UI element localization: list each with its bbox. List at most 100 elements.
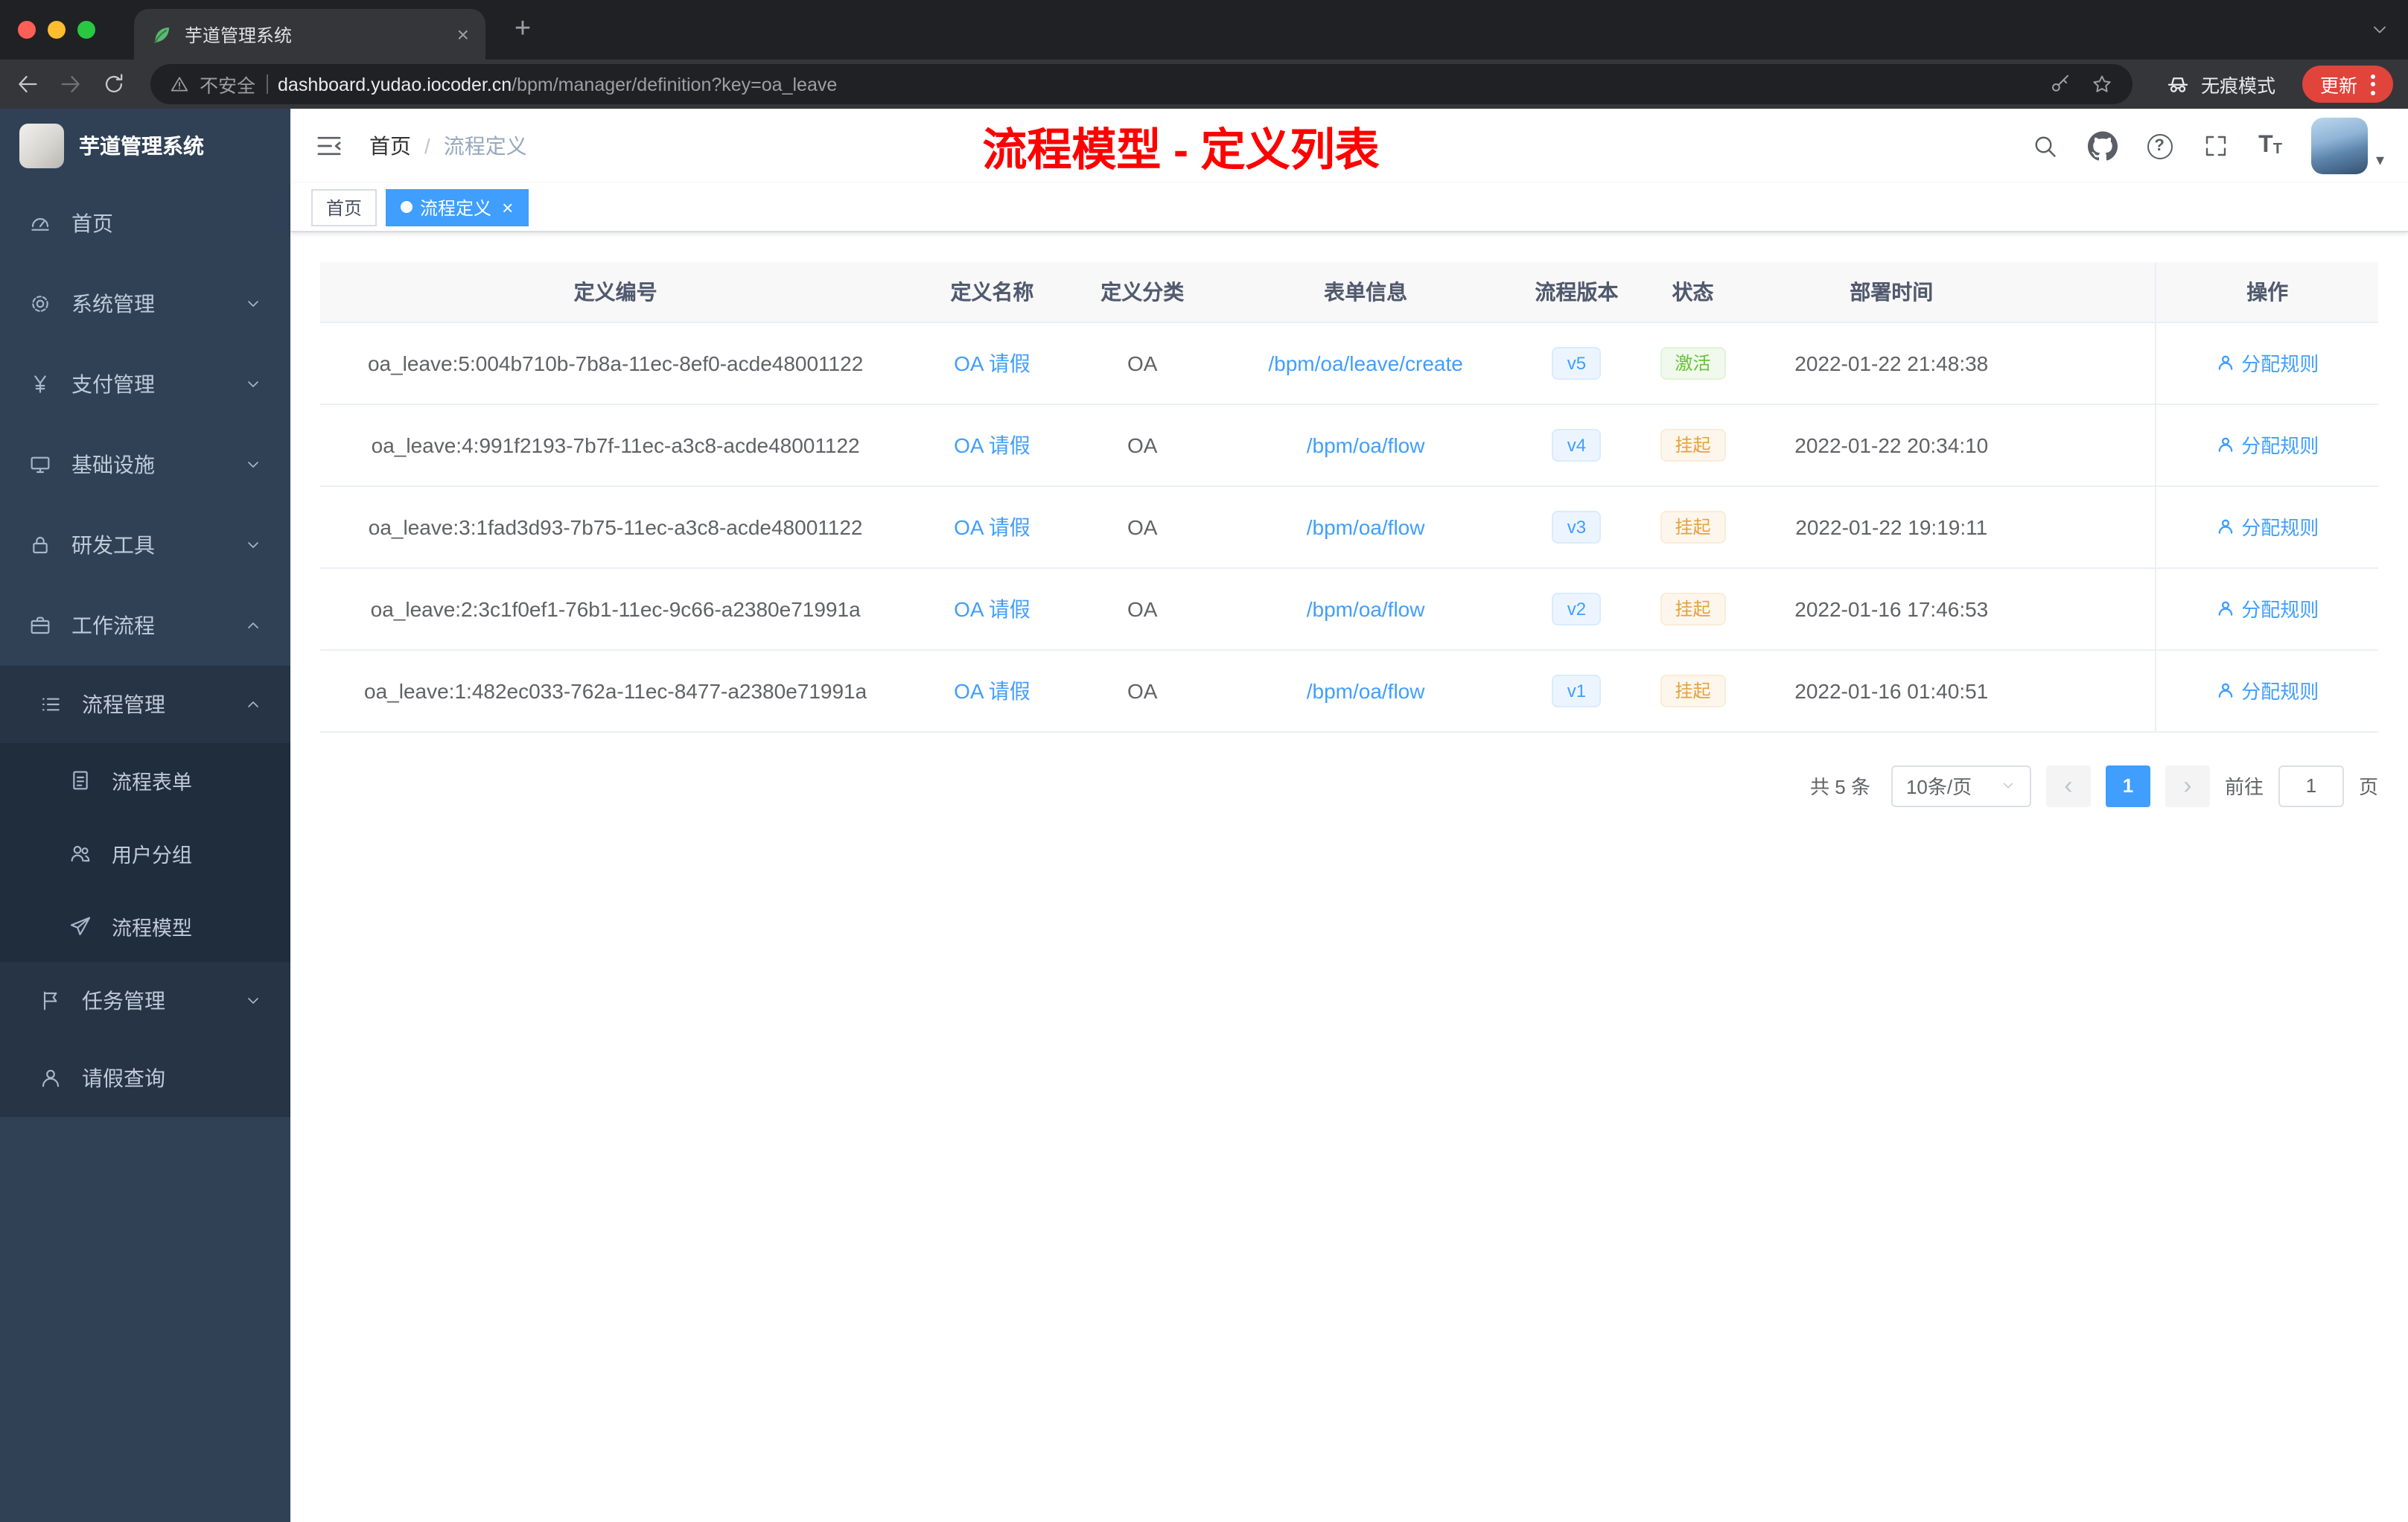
next-page-button[interactable]: › [2165,765,2210,806]
page-number-button[interactable]: 1 [2105,765,2150,806]
close-window-button[interactable] [18,21,36,39]
search-icon[interactable] [2030,133,2057,159]
sidebar-item-dev-tools[interactable]: 研发工具 [0,505,290,585]
maximize-window-button[interactable] [77,21,95,39]
cell-deploy-time: 2022-01-22 20:34:10 [1752,404,2030,486]
breadcrumb: 首页 / 流程定义 [369,131,527,161]
update-label: 更新 [2319,76,2357,97]
definition-name-link[interactable]: OA 请假 [954,515,1031,538]
tag-home[interactable]: 首页 [311,188,378,226]
table-row: oa_leave:4:991f2193-7b7f-11ec-a3c8-acde4… [320,404,2378,486]
cell-category: OA [1073,567,1211,650]
sidebar-item-process-model[interactable]: 流程模型 [0,889,290,962]
goto-page-input[interactable] [2278,765,2344,806]
sidebar-item-leave-query[interactable]: 请假查询 [0,1039,290,1117]
chevron-down-icon [244,375,262,393]
version-badge: v4 [1552,428,1602,461]
definition-name-link[interactable]: OA 请假 [954,678,1031,702]
sidebar-item-label: 任务管理 [82,989,165,1013]
browser-menu-icon[interactable] [2371,74,2375,95]
assign-rule-button[interactable]: 分配规则 [2216,430,2319,459]
assign-rule-button[interactable]: 分配规则 [2216,676,2319,704]
url-path: /bpm/manager/definition?key=oa_leave [512,74,838,95]
user-group-icon [69,841,92,865]
help-icon[interactable]: ? [2147,133,2173,159]
gear-icon [28,292,52,316]
incognito-label: 无痕模式 [2200,76,2275,97]
header-actions: ? TT ▾ [2030,118,2384,174]
assign-rule-button[interactable]: 分配规则 [2216,512,2319,541]
fullscreen-icon[interactable] [2202,133,2229,159]
definition-name-link[interactable]: OA 请假 [954,596,1031,620]
cell-definition-id: oa_leave:3:1fad3d93-7b75-11ec-a3c8-acde4… [320,485,911,568]
sidebar-logo[interactable]: 芋道管理系统 [0,109,290,183]
page-url[interactable]: dashboard.yudao.iocoder.cn/bpm/manager/d… [278,74,837,95]
sidebar: 芋道管理系统 首页 系统管理 支付管理 基础设施 研发工具 工作流程 流程管理 … [0,109,290,1522]
tags-view-bar: 首页 流程定义 × [290,183,2408,232]
logo-avatar [19,124,64,168]
active-dot-icon [401,201,413,213]
cell-definition-id: oa_leave:1:482ec033-762a-11ec-8477-a2380… [320,649,911,732]
sidebar-item-infrastructure[interactable]: 基础设施 [0,424,290,505]
github-icon[interactable] [2087,131,2117,161]
cell-deploy-time: 2022-01-16 17:46:53 [1752,567,2030,650]
chevron-up-icon [244,617,262,634]
form-link[interactable]: /bpm/oa/flow [1307,678,1425,702]
column-header-filler [2030,262,2156,322]
sidebar-item-system-management[interactable]: 系统管理 [0,264,290,344]
new-tab-button[interactable]: + [503,13,542,46]
sidebar-item-task-management[interactable]: 任务管理 [0,962,290,1039]
form-link[interactable]: /bpm/oa/flow [1307,515,1425,538]
definition-name-link[interactable]: OA 请假 [954,351,1031,375]
tag-process-definition[interactable]: 流程定义 × [386,188,529,226]
definition-name-link[interactable]: OA 请假 [954,433,1031,456]
browser-tab[interactable]: 芋道管理系统 × [134,9,485,60]
hamburger-fold-icon[interactable] [314,131,344,161]
tab-search-chevron-icon[interactable] [2369,19,2390,40]
sidebar-item-process-management[interactable]: 流程管理 [0,666,290,743]
user-icon [2216,681,2235,700]
version-badge: v3 [1552,510,1602,543]
sidebar-item-process-form[interactable]: 流程表单 [0,743,290,816]
minimize-window-button[interactable] [48,21,66,39]
assign-rule-button[interactable]: 分配规则 [2216,594,2319,623]
sidebar-item-home[interactable]: 首页 [0,183,290,264]
sidebar-item-label: 用户分组 [112,844,192,866]
back-icon[interactable] [15,71,40,97]
chevron-down-icon [244,992,262,1010]
favicon-leaf-icon [150,23,173,45]
bookmark-star-icon[interactable] [2091,73,2113,95]
goto-label: 前往 [2224,776,2264,798]
form-link[interactable]: /bpm/oa/flow [1307,596,1425,620]
caret-down-icon: ▾ [2375,152,2384,170]
browser-update-button[interactable]: 更新 [2302,66,2393,103]
avatar[interactable] [2311,118,2369,174]
forward-icon[interactable] [58,71,83,97]
address-bar[interactable]: 不安全 dashboard.yudao.iocoder.cn/bpm/manag… [150,64,2133,104]
tab-close-icon[interactable]: × [457,22,469,46]
url-host: dashboard.yudao.iocoder.cn [278,74,512,95]
security-label[interactable]: 不安全 [200,70,255,98]
sidebar-item-label: 流程表单 [112,771,192,793]
cell-category: OA [1073,649,1211,732]
sidebar-item-workflow[interactable]: 工作流程 [0,585,290,666]
breadcrumb-home[interactable]: 首页 [369,131,411,161]
page-size-select[interactable]: 10条/页 [1891,765,2031,806]
reload-icon[interactable] [101,71,127,97]
column-header-definition-id: 定义编号 [320,262,911,322]
sidebar-item-label: 支付管理 [71,372,155,396]
chevron-up-icon [244,695,262,713]
prev-page-button[interactable]: ‹ [2045,765,2091,806]
assign-rule-button[interactable]: 分配规则 [2216,348,2319,377]
key-icon[interactable] [2049,73,2071,95]
form-link[interactable]: /bpm/oa/flow [1307,433,1425,456]
column-header-actions: 操作 [2155,262,2378,322]
sidebar-item-payment-management[interactable]: 支付管理 [0,344,290,424]
form-link[interactable]: /bpm/oa/leave/create [1268,351,1463,375]
user-menu[interactable]: ▾ [2311,118,2384,174]
tag-close-icon[interactable]: × [502,196,513,218]
sidebar-item-user-group[interactable]: 用户分组 [0,816,290,889]
action-label: 分配规则 [2241,517,2319,539]
font-size-icon[interactable]: TT [2258,133,2282,158]
definition-table: 定义编号 定义名称 定义分类 表单信息 流程版本 状态 部署时间 操作 oa_l… [320,262,2378,732]
